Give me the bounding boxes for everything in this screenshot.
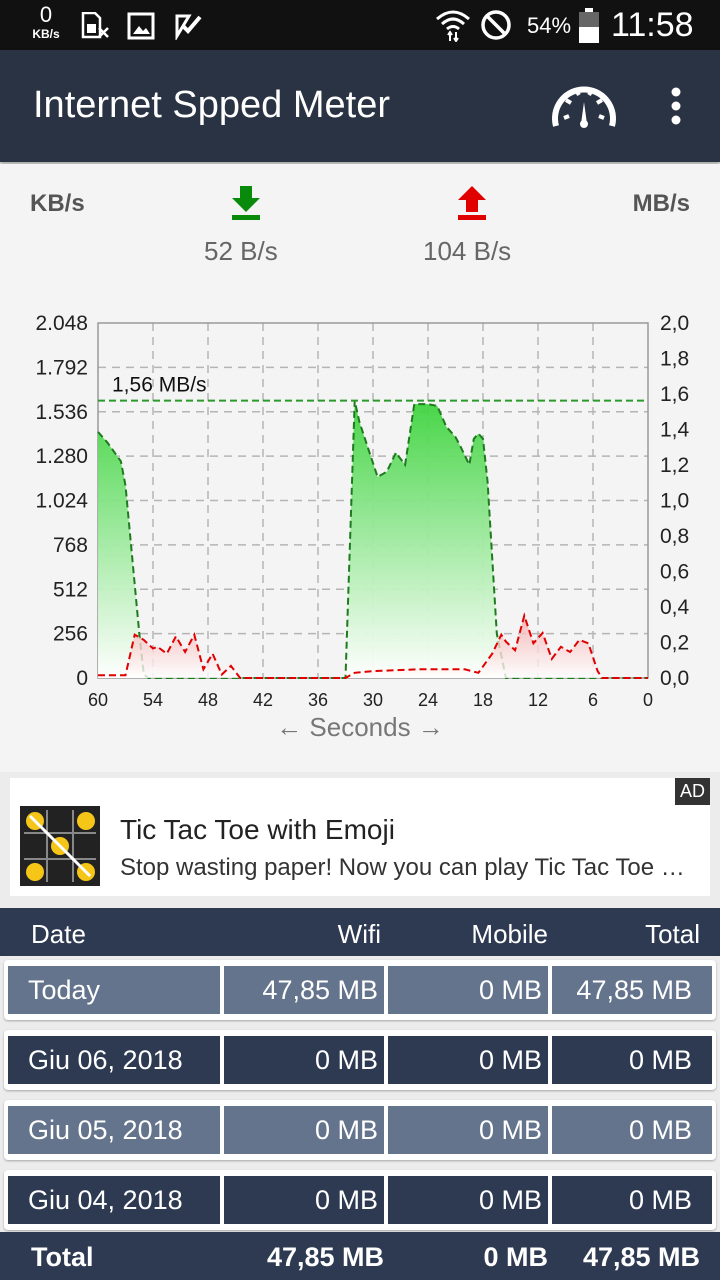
row-date: Giu 06, 2018 (8, 1036, 220, 1084)
col-header-date: Date (31, 919, 86, 949)
app-bar: Internet Spped Meter (0, 50, 720, 162)
app-title: Internet Spped Meter (33, 84, 390, 126)
row-mobile: 0 MB (388, 966, 548, 1014)
y-left-tick-label: 1.280 (35, 445, 88, 468)
footer-mobile: 0 MB (483, 1242, 548, 1272)
net-speed-value: 0 (39, 2, 53, 27)
y-right-tick-label: 1,6 (660, 383, 689, 406)
x-tick-label: 42 (253, 690, 273, 710)
x-tick-label: 48 (198, 690, 218, 710)
net-speed-unit: KB/s (32, 27, 60, 41)
status-bar: 0 KB/s 54% 11:58 (0, 0, 720, 50)
table-row[interactable]: Giu 04, 2018 0 MB 0 MB 0 MB (4, 1170, 716, 1230)
row-mobile: 0 MB (388, 1176, 548, 1224)
upload-rate: 104 B/s (423, 236, 512, 266)
x-axis-label: ← Seconds → (276, 712, 444, 742)
y-right-tick-label: 1,2 (660, 454, 689, 477)
y-left-tick-label: 2.048 (35, 312, 88, 335)
y-left-tick-label: 512 (53, 578, 88, 601)
usage-table-footer: Total 47,85 MB 0 MB 47,85 MB (0, 1232, 720, 1280)
y-right-tick-label: 1,0 (660, 490, 689, 513)
ad-description: Stop wasting paper! Now you can play Tic… (120, 854, 700, 881)
wifi-icon (436, 10, 470, 42)
y-right-tick-label: 0,0 (660, 667, 689, 690)
do-not-disturb-icon (481, 10, 511, 40)
table-row[interactable]: Giu 05, 2018 0 MB 0 MB 0 MB (4, 1100, 716, 1160)
net-speed-indicator: 0 KB/s (26, 2, 66, 41)
tic-tac-toe-app-icon[interactable] (20, 806, 100, 886)
x-tick-label: 0 (643, 690, 653, 710)
col-header-mobile: Mobile (471, 919, 548, 949)
row-mobile: 0 MB (388, 1106, 548, 1154)
row-date: Giu 04, 2018 (8, 1176, 220, 1224)
y-left-tick-label: 0 (76, 667, 88, 690)
upload-arrow-icon (458, 186, 486, 220)
x-tick-label: 60 (88, 690, 108, 710)
y-left-tick-label: 1.536 (35, 401, 88, 424)
row-wifi: 0 MB (224, 1106, 384, 1154)
ad-badge: AD (674, 778, 710, 805)
x-tick-label: 36 (308, 690, 328, 710)
right-unit-label: MB/s (632, 190, 690, 217)
row-wifi: 47,85 MB (224, 966, 384, 1014)
row-total: 0 MB (552, 1036, 712, 1084)
row-total: 0 MB (552, 1106, 712, 1154)
speedometer-icon[interactable] (550, 80, 618, 132)
peak-label: 1,56 MB/s (112, 374, 207, 397)
check-icon (175, 14, 202, 40)
footer-wifi: 47,85 MB (266, 1242, 384, 1272)
x-tick-label: 24 (418, 690, 438, 710)
y-left-tick-label: 1.792 (35, 356, 88, 379)
row-date: Giu 05, 2018 (8, 1106, 220, 1154)
y-right-tick-label: 1,8 (660, 348, 689, 371)
row-wifi: 0 MB (224, 1036, 384, 1084)
sim-off-icon (81, 12, 109, 39)
x-tick-label: 18 (473, 690, 493, 710)
y-right-tick-label: 0,8 (660, 525, 689, 548)
table-row[interactable]: Today 47,85 MB 0 MB 47,85 MB (4, 960, 716, 1020)
clock: 11:58 (611, 6, 694, 44)
col-header-wifi: Wifi (337, 919, 381, 949)
row-wifi: 0 MB (224, 1176, 384, 1224)
y-left-tick-label: 768 (53, 534, 88, 557)
y-right-tick-label: 2,0 (660, 312, 689, 335)
x-tick-label: 6 (588, 690, 598, 710)
row-date: Today (8, 966, 220, 1014)
row-total: 47,85 MB (552, 966, 712, 1014)
y-left-tick-label: 1.024 (35, 490, 88, 513)
y-right-tick-label: 0,4 (660, 596, 690, 619)
ad-banner[interactable]: AD Tic Tac Toe with Emoji Stop wasting p… (10, 778, 710, 896)
y-right-tick-label: 1,4 (660, 419, 690, 442)
x-tick-label: 30 (363, 690, 383, 710)
table-row[interactable]: Giu 06, 2018 0 MB 0 MB 0 MB (4, 1030, 716, 1090)
footer-label: Total (31, 1242, 94, 1272)
y-left-tick-label: 256 (53, 623, 88, 646)
row-total: 0 MB (552, 1176, 712, 1224)
y-right-tick-label: 0,2 (660, 632, 689, 655)
x-tick-label: 12 (528, 690, 548, 710)
battery-percent: 54% (527, 13, 572, 38)
footer-total: 47,85 MB (582, 1242, 700, 1272)
col-header-total: Total (645, 919, 700, 949)
gallery-icon (127, 12, 155, 40)
battery-icon (579, 8, 599, 43)
row-mobile: 0 MB (388, 1036, 548, 1084)
x-tick-label: 54 (143, 690, 163, 710)
y-right-tick-label: 0,6 (660, 561, 689, 584)
download-rate: 52 B/s (204, 236, 278, 266)
speed-chart: 60 54 48 42 36 30 24 18 12 6 02.0481.7921.5361.280… (35, 312, 690, 742)
usage-table-header: Date Wifi Mobile Total (0, 908, 720, 956)
left-unit-label: KB/s (30, 190, 85, 217)
download-arrow-icon (232, 186, 260, 220)
ad-title: Tic Tac Toe with Emoji (120, 814, 395, 845)
more-vert-icon[interactable] (660, 86, 692, 130)
speed-panel: KB/s MB/s 52 B/s 104 B/s 60 54 48 42 36 30 24 1… (0, 164, 720, 772)
